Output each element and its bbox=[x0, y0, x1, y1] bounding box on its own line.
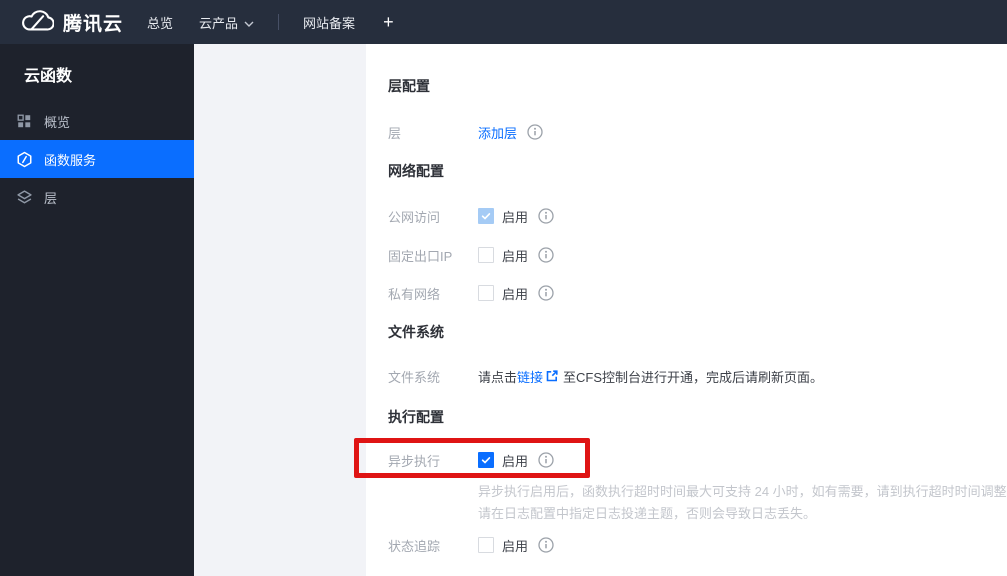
info-icon[interactable] bbox=[538, 208, 554, 224]
nav-item-website-record[interactable]: 网站备案 bbox=[303, 13, 355, 32]
sidebar-item-overview[interactable]: 概览 bbox=[0, 102, 194, 140]
info-icon[interactable] bbox=[538, 537, 554, 553]
file-system-label: 文件系统 bbox=[388, 369, 441, 385]
private-network-row: 私有网络 启用 bbox=[388, 284, 1007, 302]
grid-icon bbox=[15, 112, 33, 130]
fixed-ip-label: 固定出口IP bbox=[388, 248, 453, 264]
text-before-link: 请点击 bbox=[478, 369, 518, 385]
description-line-2: 请在日志配置中指定日志投递主题，否则会导致日志丢失。 bbox=[478, 506, 817, 521]
public-access-checkbox[interactable] bbox=[478, 208, 494, 224]
layer-row: 层 添加层 bbox=[388, 123, 1007, 141]
section-header-network-config: 网络配置 bbox=[388, 163, 444, 179]
settings-panel: 层配置 层 添加层 网络配置 公网访问 启用 固定出口IP 启用 私有网络 启用… bbox=[366, 44, 1007, 576]
file-system-row: 文件系统 请点击 链接 至CFS控制台进行开通，完成后请刷新页面。 bbox=[388, 367, 1007, 385]
content-background: 层配置 层 添加层 网络配置 公网访问 启用 固定出口IP 启用 私有网络 启用… bbox=[194, 44, 1007, 576]
info-icon[interactable] bbox=[538, 285, 554, 301]
enable-label: 启用 bbox=[502, 209, 529, 225]
top-navbar: 腾讯云 总览 云产品 网站备案 + bbox=[0, 0, 1007, 44]
chevron-down-icon bbox=[244, 15, 254, 30]
sidebar-item-label: 函数服务 bbox=[44, 152, 97, 168]
fixed-ip-row: 固定出口IP 启用 bbox=[388, 246, 1007, 264]
enable-label: 启用 bbox=[502, 538, 529, 554]
function-service-icon bbox=[15, 150, 33, 168]
sidebar-item-layers[interactable]: 层 bbox=[0, 178, 194, 216]
navbar-divider bbox=[278, 14, 280, 30]
tencent-cloud-brand[interactable]: 腾讯云 bbox=[20, 7, 123, 38]
async-execution-description: 异步执行启用后，函数执行超时时间最大可支持 24 小时，如有需要，请到执行超时时… bbox=[478, 481, 1007, 525]
sidebar-title: 云函数 bbox=[24, 68, 73, 85]
public-access-label: 公网访问 bbox=[388, 209, 441, 225]
nav-item-overview[interactable]: 总览 bbox=[147, 13, 173, 32]
sidebar: 云函数 概览 函数服务 层 bbox=[0, 44, 194, 576]
info-icon[interactable] bbox=[538, 247, 554, 263]
add-tab-button[interactable]: + bbox=[383, 13, 394, 31]
private-network-label: 私有网络 bbox=[388, 286, 441, 302]
enable-label: 启用 bbox=[502, 286, 529, 302]
enable-label: 启用 bbox=[502, 453, 529, 469]
info-icon[interactable] bbox=[538, 452, 554, 468]
cfs-console-link[interactable]: 链接 bbox=[517, 367, 543, 386]
section-header-execution-config: 执行配置 bbox=[388, 409, 444, 425]
sidebar-item-function-service[interactable]: 函数服务 bbox=[0, 140, 194, 178]
section-header-layer-config: 层配置 bbox=[388, 78, 430, 94]
sidebar-menu: 概览 函数服务 层 bbox=[0, 102, 194, 216]
status-trace-label: 状态追踪 bbox=[388, 538, 441, 554]
brand-name: 腾讯云 bbox=[63, 13, 124, 35]
async-execution-row: 异步执行 启用 bbox=[388, 451, 1007, 469]
description-line-1: 异步执行启用后，函数执行超时时间最大可支持 24 小时，如有需要，请到执行超时时… bbox=[478, 484, 1007, 499]
sidebar-item-label: 层 bbox=[44, 190, 58, 206]
info-icon[interactable] bbox=[527, 124, 543, 140]
layer-label: 层 bbox=[388, 125, 402, 141]
tencent-cloud-logo-icon bbox=[20, 7, 55, 38]
nav-item-cloud-products[interactable]: 云产品 bbox=[199, 13, 254, 32]
sidebar-item-label: 概览 bbox=[44, 114, 71, 130]
enable-label: 启用 bbox=[502, 248, 529, 264]
public-access-row: 公网访问 启用 bbox=[388, 207, 1007, 225]
section-header-file-system: 文件系统 bbox=[388, 324, 444, 340]
status-trace-row: 状态追踪 启用 bbox=[388, 536, 1007, 554]
layers-icon bbox=[15, 188, 33, 206]
async-execution-checkbox[interactable] bbox=[478, 452, 494, 468]
status-trace-checkbox[interactable] bbox=[478, 537, 494, 553]
async-execution-label: 异步执行 bbox=[388, 453, 441, 469]
private-network-checkbox[interactable] bbox=[478, 285, 494, 301]
external-link-icon bbox=[545, 369, 559, 383]
file-system-help-text: 请点击 链接 至CFS控制台进行开通，完成后请刷新页面。 bbox=[478, 367, 823, 386]
text-after-link: 至CFS控制台进行开通，完成后请刷新页面。 bbox=[563, 369, 824, 385]
add-layer-link[interactable]: 添加层 bbox=[478, 123, 517, 142]
fixed-ip-checkbox[interactable] bbox=[478, 247, 494, 263]
